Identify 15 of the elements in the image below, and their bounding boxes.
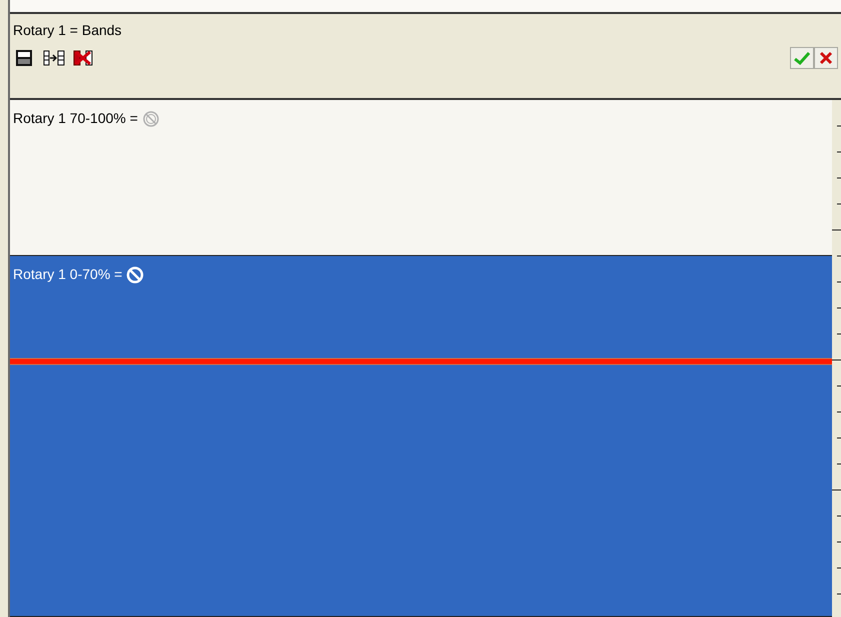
band-label: Rotary 1 0-70% = (13, 266, 122, 282)
insert-band-icon (43, 50, 65, 66)
band-label: Rotary 1 70-100% = (13, 110, 138, 126)
check-icon (794, 51, 810, 65)
header-title: Rotary 1 = Bands (13, 21, 123, 40)
prohibited-icon (142, 110, 160, 128)
band-panel[interactable]: Rotary 1 0-70% = (10, 256, 832, 617)
delete-band-icon (73, 50, 93, 66)
close-icon (819, 51, 833, 65)
band-panel[interactable]: Rotary 1 70-100% = (10, 100, 832, 256)
position-marker[interactable] (10, 358, 832, 365)
split-band-icon (16, 50, 32, 66)
prohibited-icon (126, 266, 144, 284)
cancel-button[interactable] (814, 47, 838, 69)
split-band-button[interactable] (13, 47, 35, 69)
